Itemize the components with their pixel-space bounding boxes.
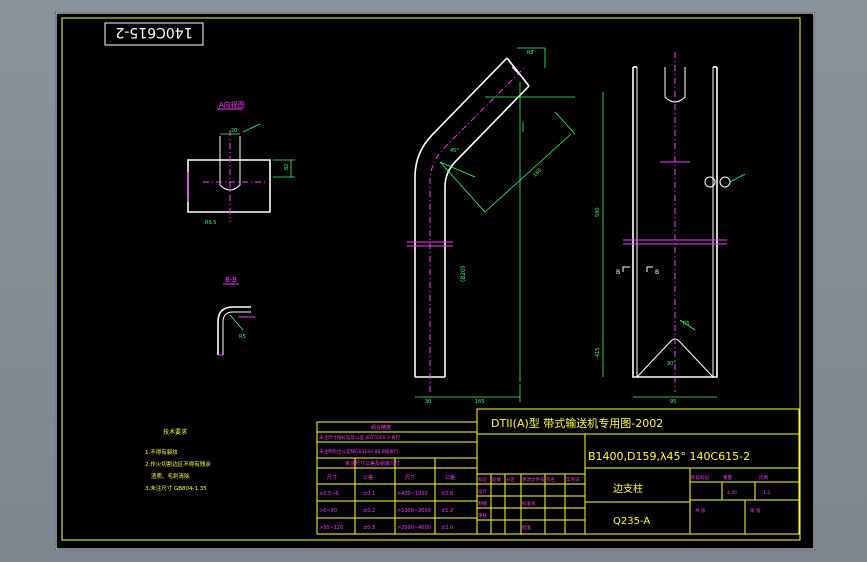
weight-value: 4.45	[727, 490, 737, 496]
tech-req-title: 技术要求	[163, 428, 187, 436]
view-a-radius-dim: R9.5	[205, 220, 216, 226]
view-a-hole-dim: 20	[231, 128, 237, 134]
tol-cell: ±0.2	[363, 508, 375, 514]
tol-cell: >2000~4000	[397, 525, 431, 531]
title-block: DTII(A)型 带式输送机专用图-2002 B1400,D159,λ45° 1…	[476, 408, 800, 535]
side-bottom-dim: 415	[595, 347, 601, 357]
sign-row-2: 审核	[478, 512, 487, 519]
sign-header-3: 更改文件号	[522, 476, 545, 483]
sign-row-4: 批准	[522, 524, 531, 531]
tol-title: 组合精度	[371, 424, 391, 431]
tol-header-3: 公差	[445, 474, 455, 481]
tolerance-table: 组合精度 未注尺寸按标准及公差 JB/T5000.3 执行 未注明形位公差按GB…	[316, 421, 478, 535]
drawing-number-stamp: 140C615-2	[104, 22, 204, 46]
section-bb-dim: R5	[239, 334, 246, 340]
tol-header-1: 公差	[363, 474, 373, 481]
drawing-number-stamp-text: 140C615-2	[115, 24, 192, 40]
title-series: DTII(A)型 带式输送机专用图-2002	[491, 416, 663, 430]
tol-note-1: 未注尺寸按标准及公差 JB/T5000.3 执行	[319, 434, 401, 441]
front-view: 30 165 (820) R5 45° 180	[407, 47, 576, 405]
tol-cell: ±0.1	[363, 491, 375, 497]
sheet-label: 共 张	[695, 507, 706, 514]
tol-cell: >400~1000	[397, 491, 428, 497]
weight-label: 重量	[723, 474, 732, 481]
front-bottom-dim: 165	[475, 399, 485, 405]
sign-header-4: 签名	[546, 476, 555, 483]
tech-req-line-2: 2.作火切割边区不得有残余	[145, 460, 211, 468]
sign-header-5: 年月日	[566, 476, 580, 483]
tol-cell: >30~120	[319, 525, 343, 531]
sign-header-1: 处数	[492, 476, 501, 483]
sheet-of: 第 张	[750, 507, 761, 514]
section-mark-left: B	[616, 269, 620, 276]
side-view: B B 590 415 95 R5 90°	[595, 52, 746, 405]
tech-requirements: 技术要求 1.不得有裂纹 2.作火切割边区不得有残余 渣质、毛刺清除 3.未注尺…	[145, 428, 211, 492]
tol-header-2: 尺寸	[405, 474, 415, 481]
svg-text:82: 82	[284, 164, 290, 170]
scale-value: 1:2	[763, 490, 770, 496]
tech-req-line-1: 1.不得有裂纹	[145, 448, 178, 456]
stage-label: 阶段标记	[691, 474, 709, 481]
tol-cell: >6~30	[319, 508, 337, 514]
side-height-dim: 590	[595, 207, 601, 217]
section-bb-title: B-B	[225, 276, 237, 284]
std-check: 标准化	[522, 500, 536, 507]
tech-req-line-4: 3.未注尺寸 GB804-1.35	[145, 484, 207, 492]
front-height-dim: (820)	[460, 266, 467, 282]
sign-row-1: 制图	[478, 500, 487, 507]
sign-header-2: 分区	[506, 476, 515, 483]
tol-cell: ±1.2	[441, 508, 453, 514]
title-part-name: 边支柱	[613, 482, 643, 495]
front-angle-dim: 45°	[450, 148, 459, 154]
side-width-dim: 95	[670, 399, 676, 405]
tol-subtitle: 未注尺寸公差及组装尺寸	[345, 460, 400, 467]
section-mark-right: B	[655, 269, 659, 276]
title-spec: B1400,D159,λ45° 140C615-2	[588, 450, 750, 463]
front-radius-dim: R5	[527, 50, 534, 56]
view-a-title: A向视图	[219, 100, 245, 109]
tech-req-line-3: 渣质、毛刺清除	[151, 472, 190, 480]
side-vangle-dim: 90°	[667, 361, 676, 367]
view-a: A向视图 20 82 R9.5	[187, 100, 295, 226]
tol-cell: >1000~2000	[397, 508, 431, 514]
tol-cell: ±2.0	[441, 525, 453, 531]
sign-row-0: 设计	[478, 488, 487, 495]
title-material: Q235-A	[613, 516, 650, 527]
tol-cell: ±0.8	[441, 491, 453, 497]
section-bb: B-B R5	[217, 276, 255, 356]
tol-note-2: 未注明形位公差按GB1184-80 B级执行	[319, 448, 399, 455]
tol-cell: ±0.3	[363, 525, 375, 531]
sign-header-0: 标记	[478, 476, 487, 483]
drawing-canvas: 140C615-2 A向视图 20 82 R9.5 B-B R5 30 165 …	[55, 12, 815, 550]
front-arm-dim: 180	[532, 167, 543, 178]
scale-label: 比例	[759, 474, 768, 481]
cad-viewport[interactable]: 140C615-2 A向视图 20 82 R9.5 B-B R5 30 165 …	[55, 12, 815, 550]
tol-cell: ≥0.5~6	[319, 491, 339, 497]
tol-header-0: 尺寸	[327, 474, 337, 481]
front-thk-dim: 30	[425, 399, 431, 405]
